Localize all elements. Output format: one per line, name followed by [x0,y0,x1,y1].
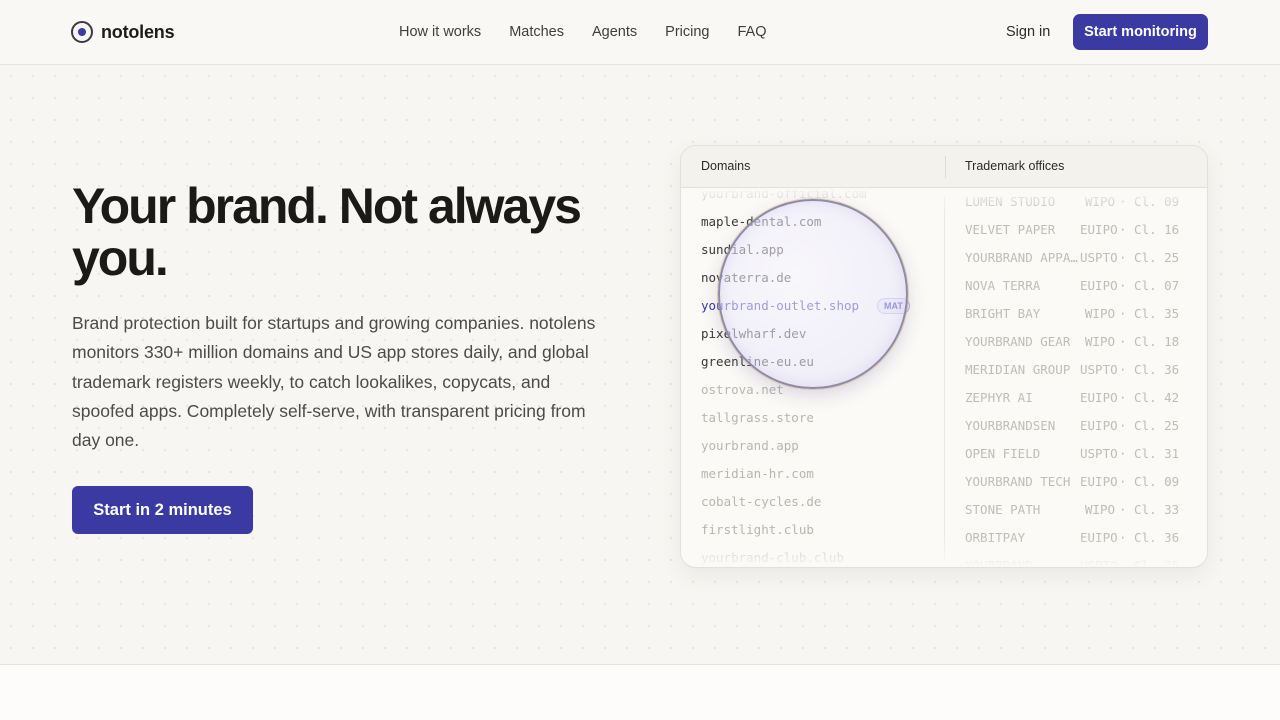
trademark-office: EUIPO [1080,222,1118,237]
trademark-list-item: NOVA TERRA EUIPO · Cl. 07 [965,272,1195,300]
trademark-class: · Cl. 07 [1119,278,1180,293]
trademarks-list: LUMEN STUDIOWIPO· Cl. 09VELVET PAPEREUIP… [965,188,1195,567]
domain-name: cobalt-cycles.de [701,494,822,509]
domain-list-item: meridian-hr.com [701,460,910,488]
trademark-name: YOURBRAND APPAREL [965,250,1080,265]
trademark-list-item: YOURBRAND TECH EUIPO · Cl. 09 [965,468,1195,496]
nav-matches[interactable]: Matches [509,24,564,40]
trademark-list-item: YOURBRAND APPARELUSPTO· Cl. 25 [965,244,1195,272]
domains-list: yourbrand-official.commaple-dental.comsu… [701,180,910,567]
domain-name: pixelwharf.dev [701,326,807,341]
domain-name: yourbrand-outlet.shop [701,298,860,313]
nav-faq[interactable]: FAQ [737,24,766,40]
trademark-office: EUIPO [1080,390,1118,405]
header-divider [945,156,946,178]
trademark-list-item: YOURBRANDSEN EUIPO · Cl. 25 [965,412,1195,440]
trademark-office: WIPO [1084,334,1115,349]
trademark-name: STONE PATH [965,502,1041,517]
logo-text: notolens [101,21,175,42]
domain-list-item: novaterra.de [701,264,910,292]
trademark-class: · Cl. 16 [1119,222,1180,237]
list-fade-bottom [681,537,1207,567]
match-badge: MAT [877,298,910,314]
trademark-list-item: MERIDIAN GROUP USPTO · Cl. 36 [965,356,1195,384]
domain-list-item: yourbrand.app [701,432,910,460]
trademarks-column-header: Trademark offices [965,159,1065,173]
nav-agents[interactable]: Agents [592,24,637,40]
domain-list-item: maple-dental.com [701,208,910,236]
nav-how-it-works[interactable]: How it works [399,24,481,40]
trademark-class: · Cl. 25 [1119,418,1180,433]
trademark-class: · Cl. 33 [1119,502,1180,517]
trademark-office: USPTO [1080,362,1118,377]
domains-column-header: Domains [701,159,751,173]
trademark-class: · Cl. 35 [1119,306,1180,321]
trademark-list-item: VELVET PAPER EUIPO · Cl. 16 [965,216,1195,244]
hero-title: Your brand. Not always you. [72,178,582,286]
domain-list-item: tallgrass.store [701,404,910,432]
domain-name: meridian-hr.com [701,466,814,481]
domain-list-item: greenline-eu.eu [701,348,910,376]
nav-pricing[interactable]: Pricing [665,24,709,40]
trademark-office: EUIPO [1080,278,1118,293]
domain-name: maple-dental.com [701,214,822,229]
trademark-list-item: YOURBRAND GEAR WIPO · Cl. 18 [965,328,1195,356]
trademark-list-item: ZEPHYR AI EUIPO · Cl. 42 [965,384,1195,412]
logo[interactable]: notolens [71,21,175,43]
trademark-office: EUIPO [1080,474,1118,489]
trademark-name: YOURBRAND TECH [965,474,1071,489]
trademark-class: · Cl. 25 [1119,250,1180,265]
domain-list-item: yourbrand-outlet.shop MAT [701,292,910,320]
domain-name: ostrova.net [701,382,784,397]
trademark-list-item: OPEN FIELD USPTO · Cl. 31 [965,440,1195,468]
trademark-class: · Cl. 18 [1119,334,1180,349]
trademark-office: USPTO [1080,446,1118,461]
trademark-class: · Cl. 09 [1119,474,1180,489]
site-header: notolens How it works Matches Agents Pri… [0,0,1280,65]
monitoring-preview-panel: Domains Trademark offices yourbrand-offi… [680,145,1208,568]
trademark-name: BRIGHT BAY [965,306,1041,321]
trademark-name: VELVET PAPER [965,222,1056,237]
domain-name: firstlight.club [701,522,814,537]
trademark-class: · Cl. 31 [1119,446,1180,461]
domain-name: yourbrand.app [701,438,799,453]
trademark-office: WIPO [1084,306,1115,321]
logo-lens-icon [71,21,93,43]
domain-name: greenline-eu.eu [701,354,814,369]
domain-list-item: pixelwharf.dev [701,320,910,348]
domain-list-item: cobalt-cycles.de [701,488,910,516]
trademark-name: YOURBRANDSEN [965,418,1056,433]
trademark-office: WIPO [1084,502,1115,517]
sign-in-link[interactable]: Sign in [1006,24,1050,40]
domain-name: sundial.app [701,242,784,257]
trademark-list-item: STONE PATH WIPO · Cl. 33 [965,496,1195,524]
trademark-name: NOVA TERRA [965,278,1041,293]
trademark-class: · Cl. 42 [1119,390,1180,405]
domain-name: tallgrass.store [701,410,814,425]
trademark-office: USPTO [1080,250,1118,265]
trademark-class: · Cl. 36 [1119,362,1180,377]
domain-name: novaterra.de [701,270,792,285]
domain-list-item: sundial.app [701,236,910,264]
trademark-name: ZEPHYR AI [965,390,1033,405]
list-fade-top [681,188,1207,212]
domain-list-item: ostrova.net [701,376,910,404]
hero-description: Brand protection built for startups and … [72,313,596,451]
trademark-list-item: BRIGHT BAY WIPO · Cl. 35 [965,300,1195,328]
trademark-name: MERIDIAN GROUP [965,362,1071,377]
trademark-name: YOURBRAND GEAR [965,334,1071,349]
next-section [0,664,1280,720]
start-monitoring-button[interactable]: Start monitoring [1073,14,1208,50]
trademark-office: EUIPO [1080,418,1118,433]
main-nav: How it works Matches Agents Pricing FAQ [399,24,795,40]
column-divider [944,196,945,560]
start-in-2-minutes-button[interactable]: Start in 2 minutes [72,486,253,534]
trademark-name: OPEN FIELD [965,446,1041,461]
